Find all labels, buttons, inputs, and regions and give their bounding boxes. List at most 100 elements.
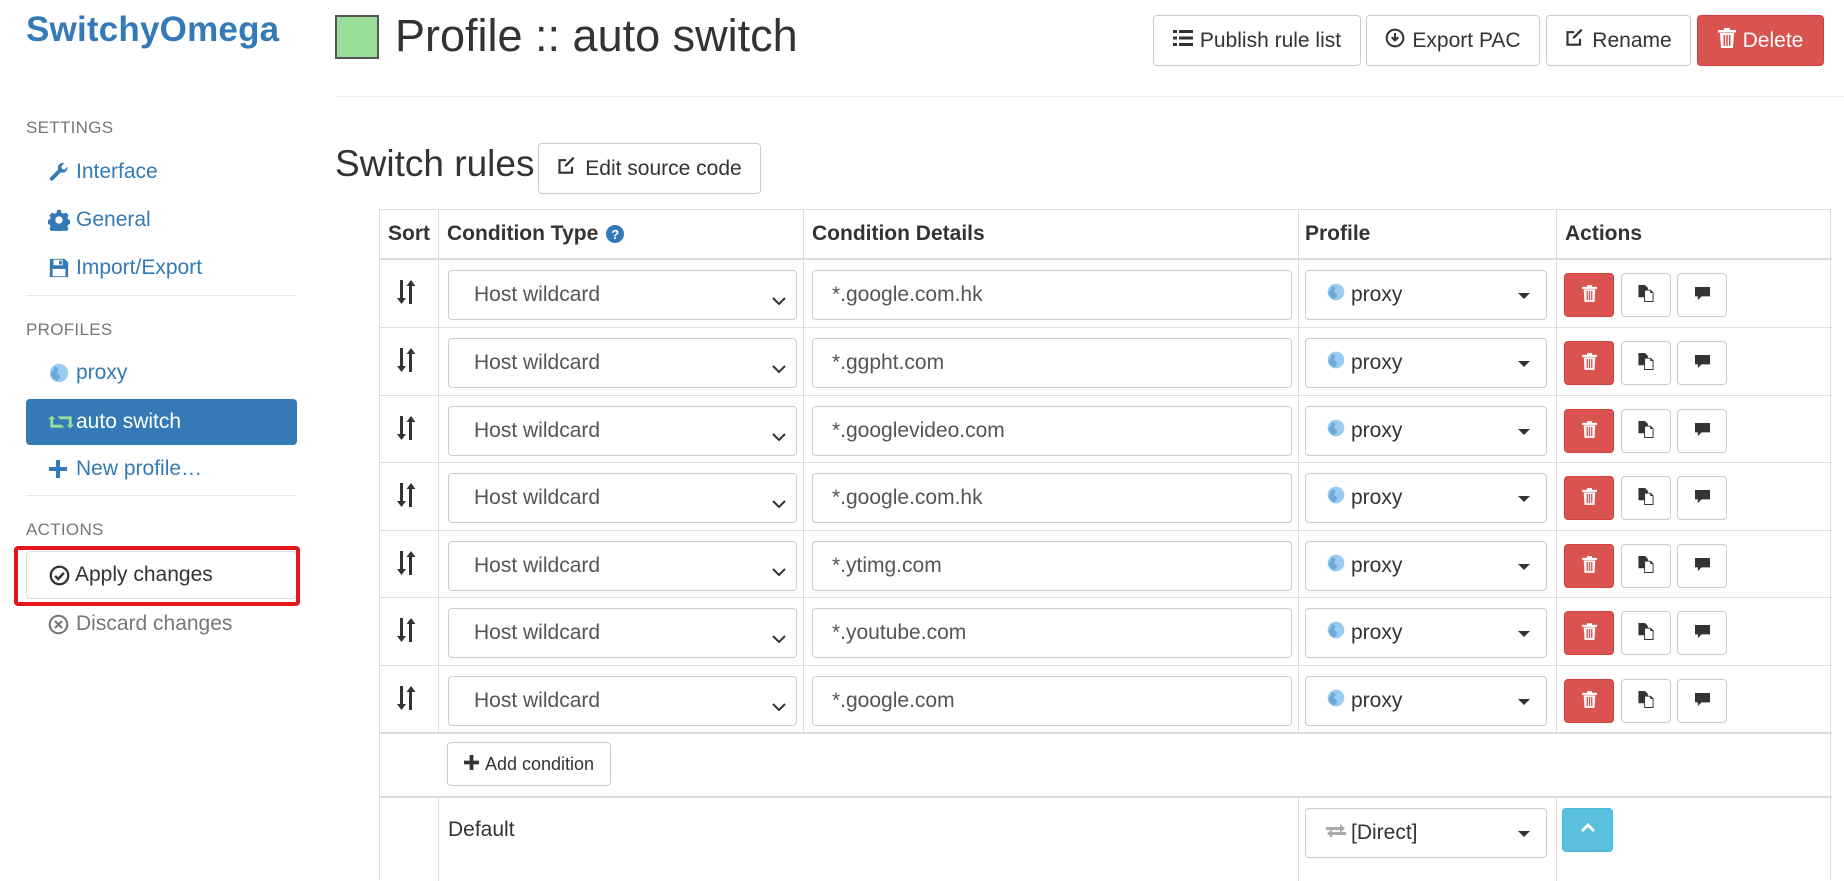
sort-handle-icon[interactable] (396, 348, 422, 374)
condition-type-select[interactable]: Host wildcard (448, 270, 797, 320)
delete-rule-button[interactable] (1564, 273, 1614, 317)
delete-rule-button[interactable] (1564, 544, 1614, 588)
rule-profile-select[interactable]: proxy (1305, 608, 1547, 658)
copy-icon (1638, 691, 1654, 711)
comment-rule-button[interactable] (1677, 409, 1727, 453)
caret-down-icon (1518, 429, 1530, 435)
rule-profile-select[interactable]: proxy (1305, 473, 1547, 523)
wrench-icon (48, 161, 74, 183)
discard-changes-button[interactable]: Discard changes (26, 601, 297, 647)
table-row: Host wildcard proxy (380, 531, 1832, 599)
sort-handle-icon[interactable] (396, 618, 422, 644)
sort-handle-icon[interactable] (396, 280, 422, 306)
rule-profile-select[interactable]: proxy (1305, 541, 1547, 591)
retweet-icon (48, 411, 74, 433)
help-icon[interactable]: ? (606, 225, 625, 243)
clone-rule-button[interactable] (1621, 341, 1671, 385)
comment-icon (1694, 286, 1711, 304)
publish-rule-list-button[interactable]: Publish rule list (1153, 15, 1361, 66)
globe-icon (1326, 485, 1346, 511)
condition-type-select[interactable]: Host wildcard (448, 608, 797, 658)
comment-rule-button[interactable] (1677, 476, 1727, 520)
sort-handle-icon[interactable] (396, 483, 422, 509)
sidebar-item-auto-switch[interactable]: auto switch (26, 399, 297, 445)
globe-icon (1326, 688, 1346, 714)
copy-icon (1638, 488, 1654, 508)
clone-rule-button[interactable] (1621, 476, 1671, 520)
sidebar-item-import-export[interactable]: Import/Export (26, 245, 297, 291)
condition-type-select[interactable]: Host wildcard (448, 338, 797, 388)
rule-profile-select[interactable]: proxy (1305, 406, 1547, 456)
clone-rule-button[interactable] (1621, 273, 1671, 317)
condition-details-input[interactable] (812, 473, 1292, 523)
condition-details-input[interactable] (812, 676, 1292, 726)
clone-rule-button[interactable] (1621, 544, 1671, 588)
sort-handle-icon[interactable] (396, 551, 422, 577)
condition-type-select[interactable]: Host wildcard (448, 473, 797, 523)
condition-type-select[interactable]: Host wildcard (448, 541, 797, 591)
condition-type-value: Host wildcard (474, 351, 601, 374)
default-profile-select[interactable]: [Direct] (1305, 808, 1547, 858)
export-label: Export PAC (1412, 28, 1521, 52)
condition-details-input[interactable] (812, 270, 1292, 320)
globe-icon (1326, 350, 1346, 376)
comment-rule-button[interactable] (1677, 679, 1727, 723)
condition-type-value: Host wildcard (474, 419, 601, 442)
condition-details-input[interactable] (812, 608, 1292, 658)
column-header-condition-type: Condition Type ? (447, 222, 625, 246)
sort-handle-icon[interactable] (396, 686, 422, 712)
check-circle-icon (49, 565, 75, 586)
copy-icon (1638, 353, 1654, 373)
nav-divider (26, 295, 297, 296)
apply-changes-button[interactable]: Apply changes (26, 551, 297, 599)
clone-rule-button[interactable] (1621, 611, 1671, 655)
delete-rule-button[interactable] (1564, 679, 1614, 723)
copy-icon (1638, 421, 1654, 441)
condition-details-input[interactable] (812, 338, 1292, 388)
edit-source-code-button[interactable]: Edit source code (538, 143, 761, 194)
condition-details-input[interactable] (812, 406, 1292, 456)
sidebar-item-label: Interface (76, 160, 158, 183)
table-row: Host wildcard proxy (380, 328, 1832, 396)
page-title: Profile :: auto switch (395, 10, 798, 61)
delete-rule-button[interactable] (1564, 476, 1614, 520)
plus-icon (48, 458, 74, 480)
condition-type-select[interactable]: Host wildcard (448, 406, 797, 456)
sidebar-item-general[interactable]: General (26, 197, 297, 243)
sort-handle-icon[interactable] (396, 416, 422, 442)
caret-down-icon (1518, 699, 1530, 705)
sidebar-item-proxy[interactable]: proxy (26, 350, 297, 396)
profile-color-swatch[interactable] (335, 15, 379, 59)
sidebar-item-interface[interactable]: Interface (26, 149, 297, 195)
column-divider (1298, 797, 1299, 881)
clone-rule-button[interactable] (1621, 409, 1671, 453)
caret-down-icon (1518, 293, 1530, 299)
rename-button[interactable]: Rename (1546, 15, 1691, 66)
column-divider (1556, 797, 1557, 881)
delete-rule-button[interactable] (1564, 611, 1614, 655)
delete-rule-button[interactable] (1564, 341, 1614, 385)
rule-profile-select[interactable]: proxy (1305, 676, 1547, 726)
comment-rule-button[interactable] (1677, 273, 1727, 317)
condition-type-select[interactable]: Host wildcard (448, 676, 797, 726)
add-condition-button[interactable]: Add condition (447, 742, 611, 786)
rule-profile-select[interactable]: proxy (1305, 270, 1547, 320)
add-condition-label: Add condition (484, 753, 595, 774)
comment-rule-button[interactable] (1677, 341, 1727, 385)
trash-icon (1581, 691, 1597, 711)
export-pac-button[interactable]: Export PAC (1366, 15, 1540, 66)
sidebar-item-new-profile[interactable]: New profile… (26, 446, 297, 492)
copy-icon (1638, 285, 1654, 305)
x-circle-icon (48, 613, 74, 635)
clone-rule-button[interactable] (1621, 679, 1671, 723)
collapse-button[interactable] (1562, 808, 1613, 852)
delete-profile-button[interactable]: Delete (1697, 15, 1824, 66)
comment-rule-button[interactable] (1677, 544, 1727, 588)
condition-details-input[interactable] (812, 541, 1292, 591)
comment-rule-button[interactable] (1677, 611, 1727, 655)
delete-rule-button[interactable] (1564, 409, 1614, 453)
rule-profile-label: proxy (1351, 419, 1403, 442)
rule-profile-select[interactable]: proxy (1305, 338, 1547, 388)
chevron-down-icon (772, 694, 786, 718)
condition-type-value: Host wildcard (474, 283, 601, 306)
